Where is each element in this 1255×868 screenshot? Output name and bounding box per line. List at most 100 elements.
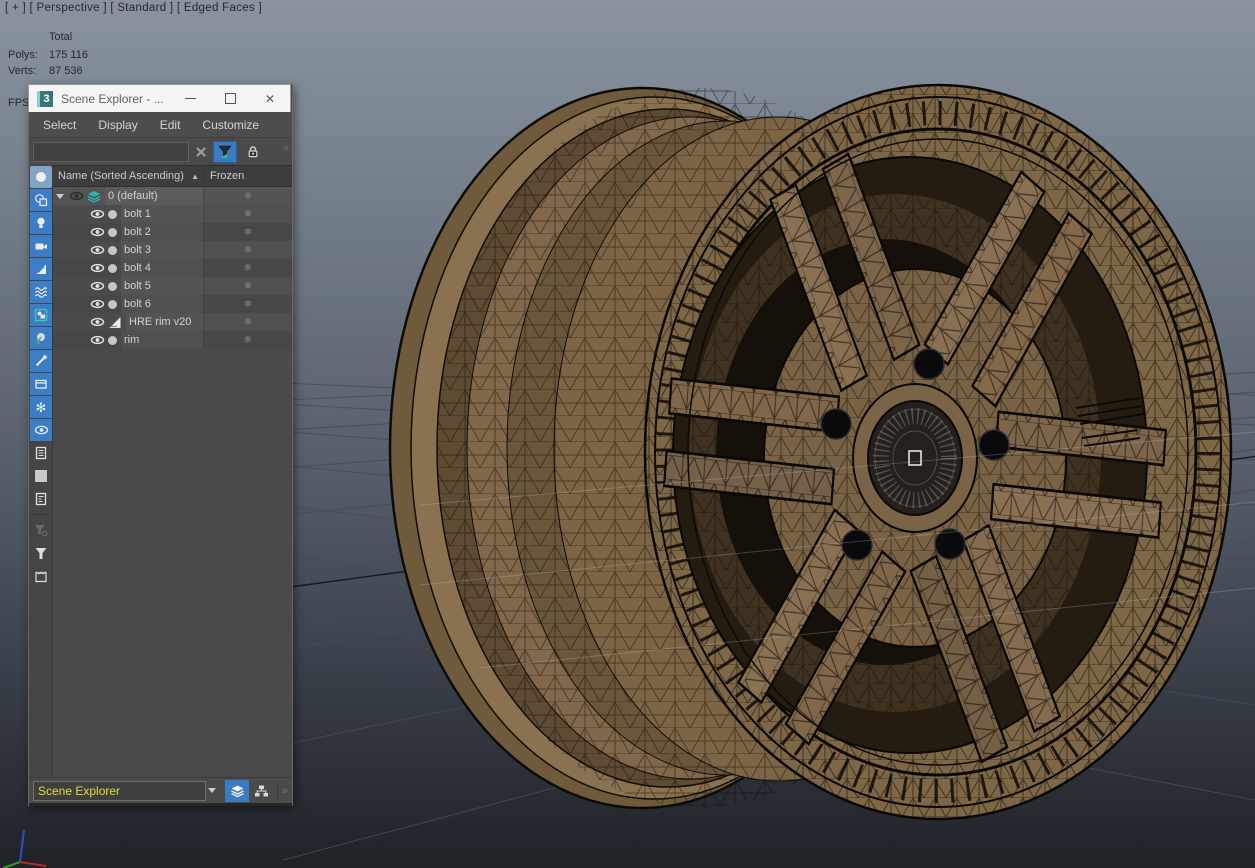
filter-bones-button[interactable] xyxy=(30,350,52,372)
sort-by-layer-button[interactable] xyxy=(225,779,250,802)
filter-funnel-button[interactable] xyxy=(213,140,237,163)
container-button[interactable] xyxy=(30,565,52,587)
stats-polys-label: Polys: xyxy=(8,49,38,61)
column-header-row: Name (Sorted Ascending) ▲ Frozen xyxy=(53,165,292,187)
bottom-overflow-chevron[interactable]: » xyxy=(282,785,288,797)
geometry-object-icon xyxy=(108,209,117,219)
frozen-toggle[interactable]: ❄ xyxy=(203,241,292,259)
filter-containers-button[interactable] xyxy=(30,373,52,395)
menu-edit[interactable]: Edit xyxy=(160,118,181,132)
tree-row-bolt-4[interactable]: bolt 4 ❄ xyxy=(53,259,292,277)
column-header-name[interactable]: Name (Sorted Ascending) ▲ xyxy=(53,170,204,182)
row-label[interactable]: HRE rim v20 xyxy=(126,313,203,331)
row-label[interactable]: bolt 4 xyxy=(121,259,203,277)
row-label[interactable]: bolt 5 xyxy=(121,277,203,295)
sort-ascending-icon: ▲ xyxy=(191,171,199,181)
row-label[interactable]: bolt 1 xyxy=(121,205,203,223)
bottom-bar-separator xyxy=(276,781,278,800)
row-label[interactable]: 0 (default) xyxy=(105,187,203,205)
menu-display[interactable]: Display xyxy=(98,118,137,132)
search-overflow-chevron[interactable]: » xyxy=(283,142,289,154)
explorer-bottom-bar: Scene Explorer » xyxy=(29,777,292,803)
frozen-toggle[interactable]: ❄ xyxy=(203,313,292,331)
scene-tree: 0 (default) ❄ bolt 1 ❄ bolt 2 ❄ bolt 3 ❄… xyxy=(53,187,292,349)
tree-row-bolt-5[interactable]: bolt 5 ❄ xyxy=(53,277,292,295)
minimize-button[interactable] xyxy=(170,86,210,112)
filter-button[interactable] xyxy=(30,542,52,564)
display-filter-toolbar: ✻ xyxy=(29,165,53,777)
filter-xrefs-button[interactable] xyxy=(30,327,52,349)
eye-icon[interactable] xyxy=(90,244,105,256)
tree-row-layer-default[interactable]: 0 (default) ❄ xyxy=(53,187,292,205)
geometry-object-icon xyxy=(108,299,117,309)
eye-icon[interactable] xyxy=(90,280,105,292)
tree-row-bolt-2[interactable]: bolt 2 ❄ xyxy=(53,223,292,241)
geometry-object-icon xyxy=(108,281,117,291)
filter-geometry-button[interactable] xyxy=(30,166,52,188)
frozen-toggle[interactable]: ❄ xyxy=(203,277,292,295)
tree-row-bolt-3[interactable]: bolt 3 ❄ xyxy=(53,241,292,259)
explorer-selector-dropdown-button[interactable] xyxy=(206,781,220,801)
eye-icon[interactable] xyxy=(69,190,84,202)
sort-by-hierarchy-button[interactable] xyxy=(249,780,273,802)
3dsmax-logo-icon: 3 xyxy=(37,90,53,107)
filter-cameras-button[interactable] xyxy=(30,235,52,257)
menubar: Select Display Edit Customize xyxy=(29,112,292,138)
expand-arrow-icon[interactable] xyxy=(56,193,64,199)
tree-row-rim[interactable]: rim ❄ xyxy=(53,331,292,349)
stats-fps-label: FPS xyxy=(8,97,30,109)
toolbar-separator xyxy=(31,514,50,515)
filter-shapes-button[interactable] xyxy=(30,189,52,211)
filter-hidden-objects-button[interactable] xyxy=(30,419,52,441)
explorer-selector[interactable]: Scene Explorer xyxy=(33,780,206,801)
eye-icon[interactable] xyxy=(90,298,105,310)
advanced-filter-button[interactable] xyxy=(30,519,52,541)
frozen-toggle[interactable]: ❄ xyxy=(203,205,292,223)
triangle-ruler-icon xyxy=(109,316,121,328)
stats-polys-value: 175 116 xyxy=(49,49,88,61)
filter-helpers-button[interactable] xyxy=(30,258,52,280)
row-label[interactable]: rim xyxy=(121,331,203,349)
filter-lights-button[interactable] xyxy=(30,212,52,234)
frozen-toggle[interactable]: ❄ xyxy=(203,223,292,241)
frozen-toggle[interactable]: ❄ xyxy=(203,331,292,349)
properties-view-button[interactable] xyxy=(30,488,52,510)
eye-icon[interactable] xyxy=(90,226,105,238)
tree-row-hre-rim-v20[interactable]: HRE rim v20 ❄ xyxy=(53,313,292,331)
frozen-toggle[interactable]: ❄ xyxy=(203,259,292,277)
eye-icon[interactable] xyxy=(90,262,105,274)
tree-row-bolt-6[interactable]: bolt 6 ❄ xyxy=(53,295,292,313)
row-label[interactable]: bolt 3 xyxy=(121,241,203,259)
geometry-object-icon xyxy=(108,245,117,255)
frozen-toggle[interactable]: ❄ xyxy=(203,187,292,205)
window-titlebar[interactable]: 3 Scene Explorer - ... ✕ xyxy=(28,84,291,112)
stats-total-header: Total xyxy=(49,31,73,43)
filter-groups-button[interactable] xyxy=(30,304,52,326)
layer-icon xyxy=(87,190,101,203)
column-header-frozen[interactable]: Frozen xyxy=(204,170,292,182)
row-label[interactable]: bolt 2 xyxy=(121,223,203,241)
menu-customize[interactable]: Customize xyxy=(202,118,259,132)
geometry-object-icon xyxy=(108,263,117,273)
viewport-label[interactable]: [ + ] [ Perspective ] [ Standard ] [ Edg… xyxy=(5,2,262,14)
tree-row-bolt-1[interactable]: bolt 1 ❄ xyxy=(53,205,292,223)
maximize-button[interactable] xyxy=(210,86,250,112)
close-button[interactable]: ✕ xyxy=(250,86,290,112)
search-bar: » xyxy=(29,138,292,165)
search-input[interactable] xyxy=(33,141,189,162)
list-view-button[interactable] xyxy=(30,442,52,464)
geometry-object-icon xyxy=(108,335,117,345)
clear-search-icon[interactable] xyxy=(189,141,213,163)
filter-space-warps-button[interactable] xyxy=(30,281,52,303)
eye-icon[interactable] xyxy=(90,208,105,220)
eye-icon[interactable] xyxy=(90,334,105,346)
filter-frozen-objects-button[interactable]: ✻ xyxy=(30,396,52,418)
lock-icon[interactable] xyxy=(241,141,265,163)
frozen-toggle[interactable]: ❄ xyxy=(203,295,292,313)
menu-select[interactable]: Select xyxy=(43,118,76,132)
eye-icon[interactable] xyxy=(90,316,105,328)
row-label[interactable]: bolt 6 xyxy=(121,295,203,313)
geometry-object-icon xyxy=(108,227,117,237)
wheel-model xyxy=(388,83,1233,821)
blank-button[interactable] xyxy=(30,465,52,487)
